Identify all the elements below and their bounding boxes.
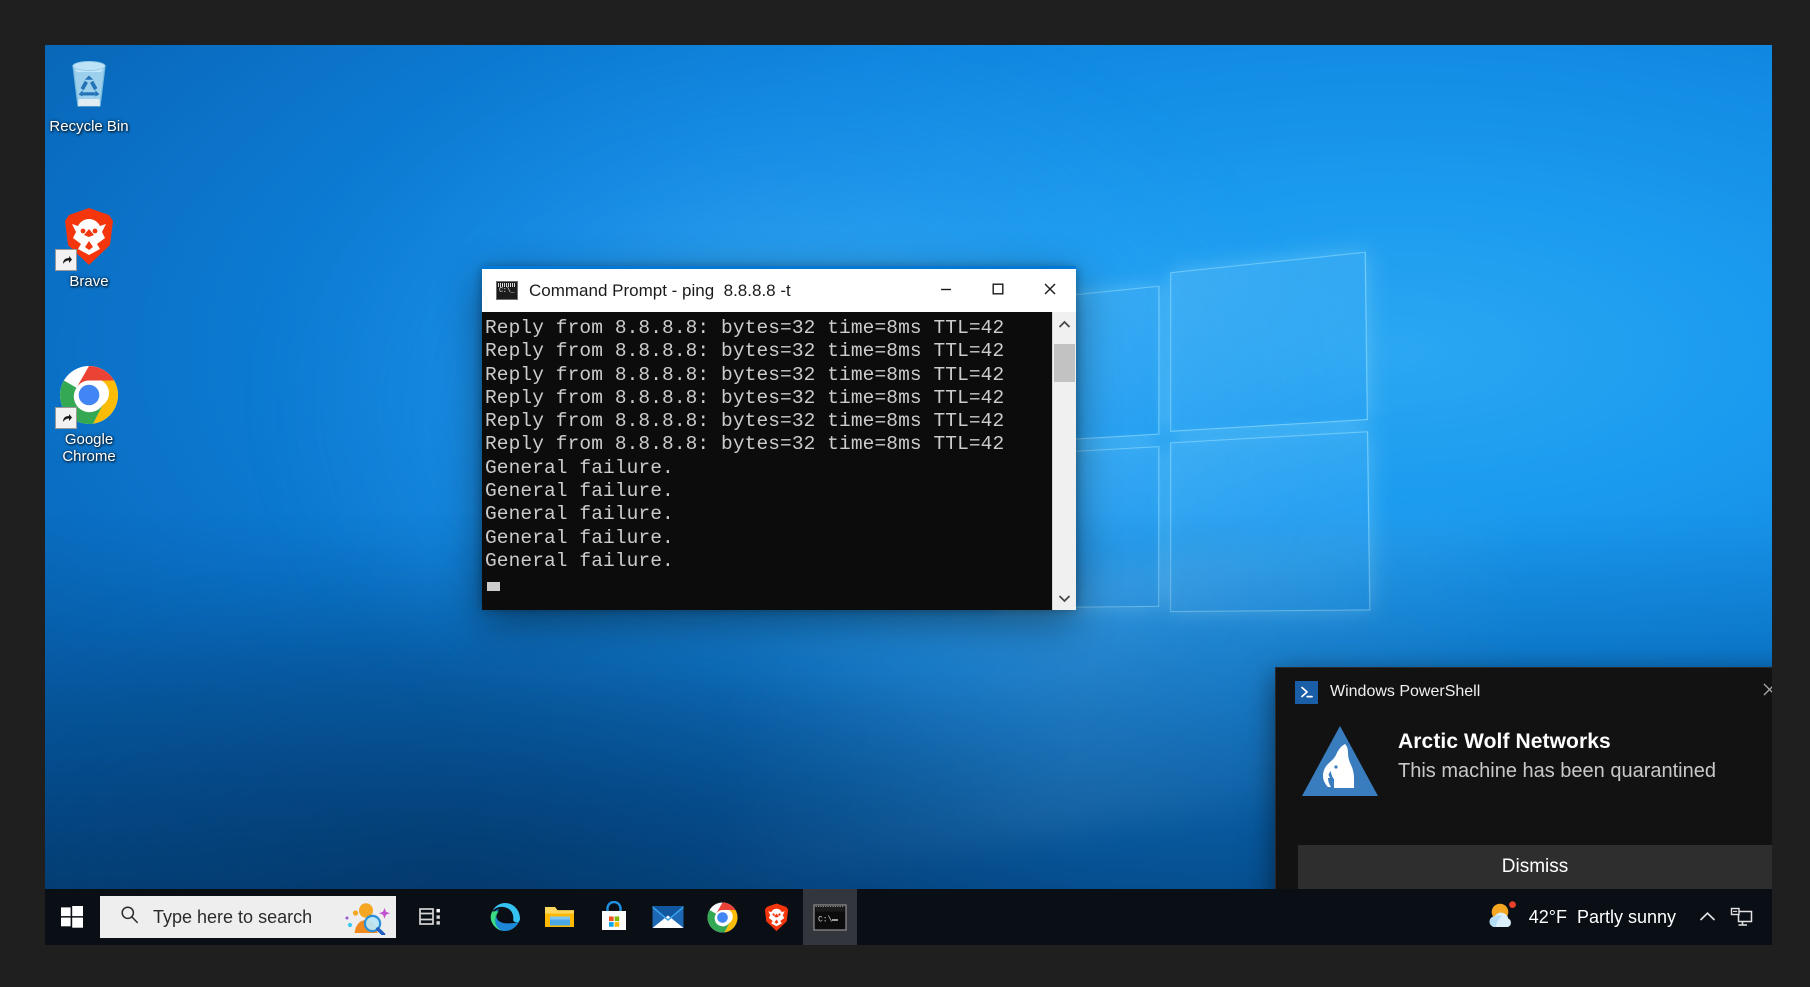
show-hidden-icons-button[interactable] [1690,889,1724,945]
console-line: General failure. [485,457,1052,480]
console-line: Reply from 8.8.8.8: bytes=32 time=8ms TT… [485,433,1052,456]
notification-header: Windows PowerShell [1276,668,1772,716]
system-tray: 42°F Partly sunny [1486,889,1772,945]
command-prompt-icon [496,281,518,300]
close-button[interactable] [1024,269,1076,309]
close-icon[interactable] [1761,681,1772,703]
network-icon[interactable] [1724,889,1758,945]
google-chrome-icon [57,363,121,427]
scrollbar-track[interactable] [1053,336,1076,586]
taskbar-app-google-chrome[interactable] [695,889,749,945]
shortcut-arrow-icon [55,249,77,271]
screen: Recycle Bin Brave Google Chrome C:\_ Com… [0,0,1810,987]
console-line: General failure. [485,480,1052,503]
taskbar-app-brave[interactable] [749,889,803,945]
desktop-icon-label: Brave [45,273,138,290]
taskbar-app-command-prompt[interactable]: C:\ [803,889,857,945]
console-line: Reply from 8.8.8.8: bytes=32 time=8ms TT… [485,410,1052,433]
recycle-bin-icon [57,50,121,114]
taskbar-app-mail[interactable] [641,889,695,945]
maximize-button[interactable] [972,269,1024,309]
minimize-button[interactable] [920,269,972,309]
scrollbar-thumb[interactable] [1054,344,1075,382]
console-cursor [487,582,500,591]
console-line: Reply from 8.8.8.8: bytes=32 time=8ms TT… [485,340,1052,363]
taskbar-app-file-explorer[interactable] [533,889,587,945]
search-input[interactable]: Type here to search [100,896,396,938]
console-line: Reply from 8.8.8.8: bytes=32 time=8ms TT… [485,387,1052,410]
notification-title: Arctic Wolf Networks [1398,730,1772,754]
desktop-icon-google-chrome[interactable]: Google Chrome [45,363,138,465]
search-placeholder: Type here to search [153,907,336,928]
window-controls [920,269,1076,309]
console-line: Reply from 8.8.8.8: bytes=32 time=8ms TT… [485,364,1052,387]
command-prompt-window[interactable]: Command Prompt - ping 8.8.8.8 -t Reply f… [482,266,1076,607]
weather-widget[interactable]: 42°F Partly sunny [1486,900,1676,935]
taskbar-app-microsoft-store[interactable] [587,889,641,945]
dismiss-button[interactable]: Dismiss [1298,845,1772,889]
powershell-icon [1295,681,1318,704]
console-output[interactable]: Reply from 8.8.8.8: bytes=32 time=8ms TT… [482,312,1052,610]
console-body[interactable]: Reply from 8.8.8.8: bytes=32 time=8ms TT… [482,312,1076,610]
taskbar[interactable]: Type here to search C:\ 42°F Partly sunn… [45,889,1772,945]
desktop-icon-label: Google Chrome [45,431,138,465]
arctic-wolf-logo-icon [1298,722,1382,800]
search-icon [120,905,139,929]
scroll-up-icon[interactable] [1053,312,1076,336]
console-line: General failure. [485,550,1052,573]
notification-app-name: Windows PowerShell [1330,683,1761,701]
console-line: Reply from 8.8.8.8: bytes=32 time=8ms TT… [485,317,1052,340]
desktop-icon-brave[interactable]: Brave [45,205,138,290]
brave-icon [57,205,121,269]
cortana-search-person-icon[interactable] [336,899,392,935]
desktop-icon-label: Recycle Bin [45,118,138,135]
desktop[interactable]: Recycle Bin Brave Google Chrome C:\_ Com… [45,45,1772,945]
console-line: General failure. [485,503,1052,526]
notification-toast[interactable]: Windows PowerShell Arctic Wolf Networks … [1275,667,1772,912]
svg-text:C:\: C:\ [818,915,833,924]
task-view-button[interactable] [402,889,457,945]
taskbar-app-microsoft-edge[interactable] [479,889,533,945]
console-line: General failure. [485,527,1052,550]
window-title-bar[interactable]: Command Prompt - ping 8.8.8.8 -t [482,266,1076,312]
start-button[interactable] [45,889,98,945]
console-scrollbar[interactable] [1052,312,1076,610]
weather-text: 42°F Partly sunny [1529,907,1676,928]
notification-message: This machine has been quarantined [1398,760,1772,783]
shortcut-arrow-icon [55,407,77,429]
notification-content: Arctic Wolf Networks This machine has be… [1276,716,1772,800]
desktop-icon-recycle-bin[interactable]: Recycle Bin [45,50,138,135]
window-title: Command Prompt - ping 8.8.8.8 -t [529,281,791,301]
partly-sunny-icon [1486,900,1519,935]
scroll-down-icon[interactable] [1053,586,1076,610]
